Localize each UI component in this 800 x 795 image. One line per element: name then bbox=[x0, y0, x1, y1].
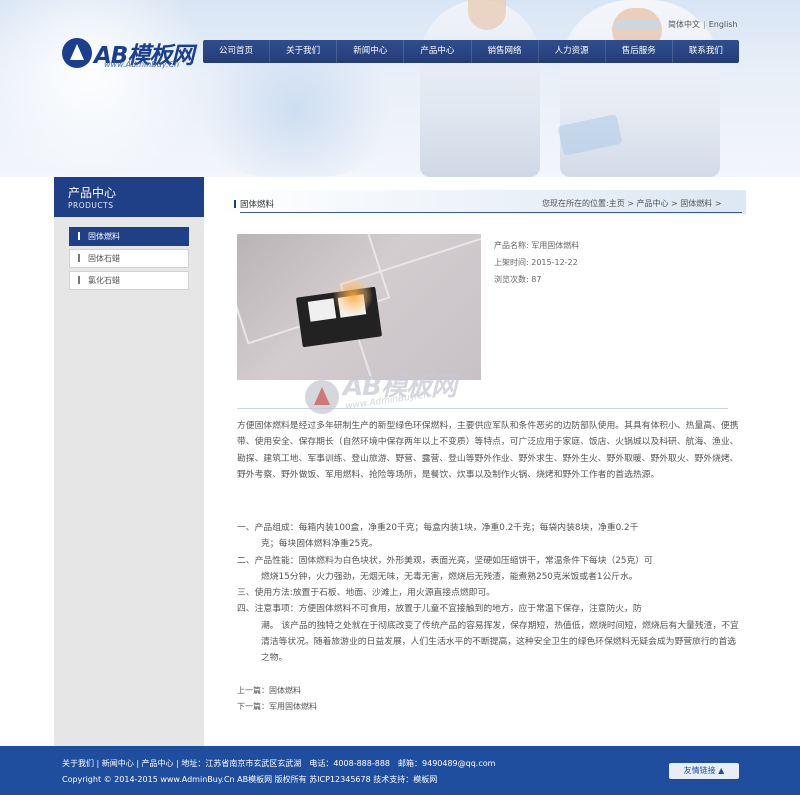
bullet-bar-icon bbox=[78, 232, 80, 240]
flame-icon bbox=[333, 278, 373, 314]
spec-line-cont: 克；每块固体燃料净重25克。 bbox=[261, 539, 378, 550]
nav-about[interactable]: 关于我们 bbox=[270, 40, 338, 63]
spec-line: 二、产品性能：固体燃料为白色块状，外形美观，表面光亮，坚硬如压缩饼干，常温条件下… bbox=[237, 555, 653, 566]
bullet-bar-icon bbox=[78, 276, 80, 284]
section-title: 固体燃料 bbox=[240, 200, 275, 210]
site-logo[interactable]: AB模板网 www.AdminBuy.Cn bbox=[62, 38, 212, 74]
nav-products[interactable]: 产品中心 bbox=[404, 40, 472, 63]
bullet-bar-icon bbox=[78, 254, 80, 262]
sidebar-item-solid-paraffin[interactable]: 固体石蜡 bbox=[69, 249, 189, 268]
sidebar-item-label: 固体燃料 bbox=[88, 232, 120, 241]
product-name: 产品名称: 军用固体燃料 bbox=[494, 241, 580, 250]
nav-contact[interactable]: 联系我们 bbox=[673, 40, 739, 63]
next-article-link[interactable]: 下一篇：军用固体燃料 bbox=[237, 699, 317, 715]
product-specs: 一、产品组成：每箱内装100盒，净重20千克；每盒内装1块，净重0.2千克；每袋… bbox=[237, 520, 743, 667]
sidebar-title: 产品中心 bbox=[68, 186, 117, 200]
lang-chinese-link[interactable]: 简体中文 bbox=[668, 20, 700, 29]
header-divider bbox=[240, 212, 742, 213]
prev-article-link[interactable]: 上一篇：固体燃料 bbox=[237, 683, 317, 699]
lang-separator: | bbox=[703, 20, 706, 29]
product-description: 方便固体燃料是经过多年研制生产的新型绿色环保燃料，主要供应军队和条件恶劣的边防部… bbox=[237, 421, 739, 480]
spec-line-cont: 潮。 该产品的独特之处就在于彻底改变了传统产品的容易挥发，保存期短，热值低，燃烧… bbox=[261, 620, 739, 664]
spec-line: 四、注意事项：方便固体燃料不可食用，放置于儿童不宜接触到的地方，应于常温下保存，… bbox=[237, 604, 642, 615]
nav-hr[interactable]: 人力资源 bbox=[539, 40, 606, 63]
language-switch: 简体中文 | English bbox=[668, 19, 738, 30]
spec-item: 二、产品性能：固体燃料为白色块状，外形美观，表面光亮，坚硬如压缩饼干，常温条件下… bbox=[237, 553, 743, 586]
main-nav: 公司首页 关于我们 新闻中心 产品中心 销售网络 人力资源 售后服务 联系我们 bbox=[203, 40, 739, 63]
nav-news[interactable]: 新闻中心 bbox=[337, 40, 405, 63]
sidebar-item-label: 固体石蜡 bbox=[88, 254, 120, 263]
product-date: 上架时间: 2015-12-22 bbox=[494, 258, 578, 267]
friend-links-button[interactable]: 友情链接 ▲ bbox=[669, 763, 739, 779]
nav-after-sales[interactable]: 售后服务 bbox=[606, 40, 673, 63]
sidebar-item-chlorinated-paraffin[interactable]: 氯化石蜡 bbox=[69, 271, 189, 290]
spec-line-cont: 燃烧15分钟，火力强劲，无烟无味，无毒无害，燃烧后无残渣，能煮熟250克米饭或者… bbox=[261, 571, 638, 582]
breadcrumb[interactable]: 您现在所在的位置:主页 > 产品中心 > 固体燃料 > bbox=[542, 198, 722, 209]
spec-item: 四、注意事项：方便固体燃料不可食用，放置于儿童不宜接触到的地方，应于常温下保存，… bbox=[237, 601, 743, 666]
prev-next-links: 上一篇：固体燃料 下一篇：军用固体燃料 bbox=[237, 683, 317, 715]
product-image bbox=[237, 234, 481, 380]
logo-url: www.AdminBuy.Cn bbox=[104, 60, 180, 69]
footer: 关于我们 | 新闻中心 | 产品中心 | 地址：江苏省南京市玄武区玄武湖 电话：… bbox=[0, 746, 800, 795]
sidebar-header: 产品中心 PRODUCTS bbox=[54, 177, 204, 217]
product-views: 浏览次数: 87 bbox=[494, 275, 542, 284]
spec-item: 一、产品组成：每箱内装100盒，净重20千克；每盒内装1块，净重0.2千克；每袋… bbox=[237, 520, 743, 553]
product-info: 产品名称: 军用固体燃料 上架时间: 2015-12-22 浏览次数: 87 bbox=[494, 238, 579, 289]
fuel-block bbox=[307, 298, 337, 322]
watermark-logo-icon bbox=[305, 380, 339, 414]
sidebar-subtitle: PRODUCTS bbox=[68, 201, 114, 210]
sidebar-item-solid-fuel[interactable]: 固体燃料 bbox=[69, 227, 189, 246]
spec-line: 一、产品组成：每箱内装100盒，净重20千克；每盒内装1块，净重0.2千克；每袋… bbox=[237, 523, 639, 533]
nav-home[interactable]: 公司首页 bbox=[203, 40, 271, 63]
content-header: 固体燃料 您现在所在的位置:主页 > 产品中心 > 固体燃料 > bbox=[216, 190, 746, 214]
banner-goggles bbox=[614, 20, 660, 30]
nav-sales-network[interactable]: 销售网络 bbox=[472, 40, 539, 63]
sidebar-menu: 固体燃料 固体石蜡 氯化石蜡 bbox=[69, 227, 189, 293]
lang-english-link[interactable]: English bbox=[709, 20, 738, 29]
sidebar-item-label: 氯化石蜡 bbox=[88, 276, 120, 285]
spec-item: 三、使用方法:放置于石板、地面、沙滩上，用火源直接点燃即可。 bbox=[237, 585, 743, 601]
logo-icon bbox=[62, 38, 92, 68]
spec-line: 三、使用方法:放置于石板、地面、沙滩上，用火源直接点燃即可。 bbox=[237, 588, 496, 599]
footer-links[interactable]: 关于我们 | 新闻中心 | 产品中心 | 地址：江苏省南京市玄武区玄武湖 电话：… bbox=[62, 758, 495, 769]
footer-copyright: Copyright © 2014-2015 www.AdminBuy.Cn AB… bbox=[62, 775, 438, 784]
title-bar-icon bbox=[234, 200, 236, 208]
